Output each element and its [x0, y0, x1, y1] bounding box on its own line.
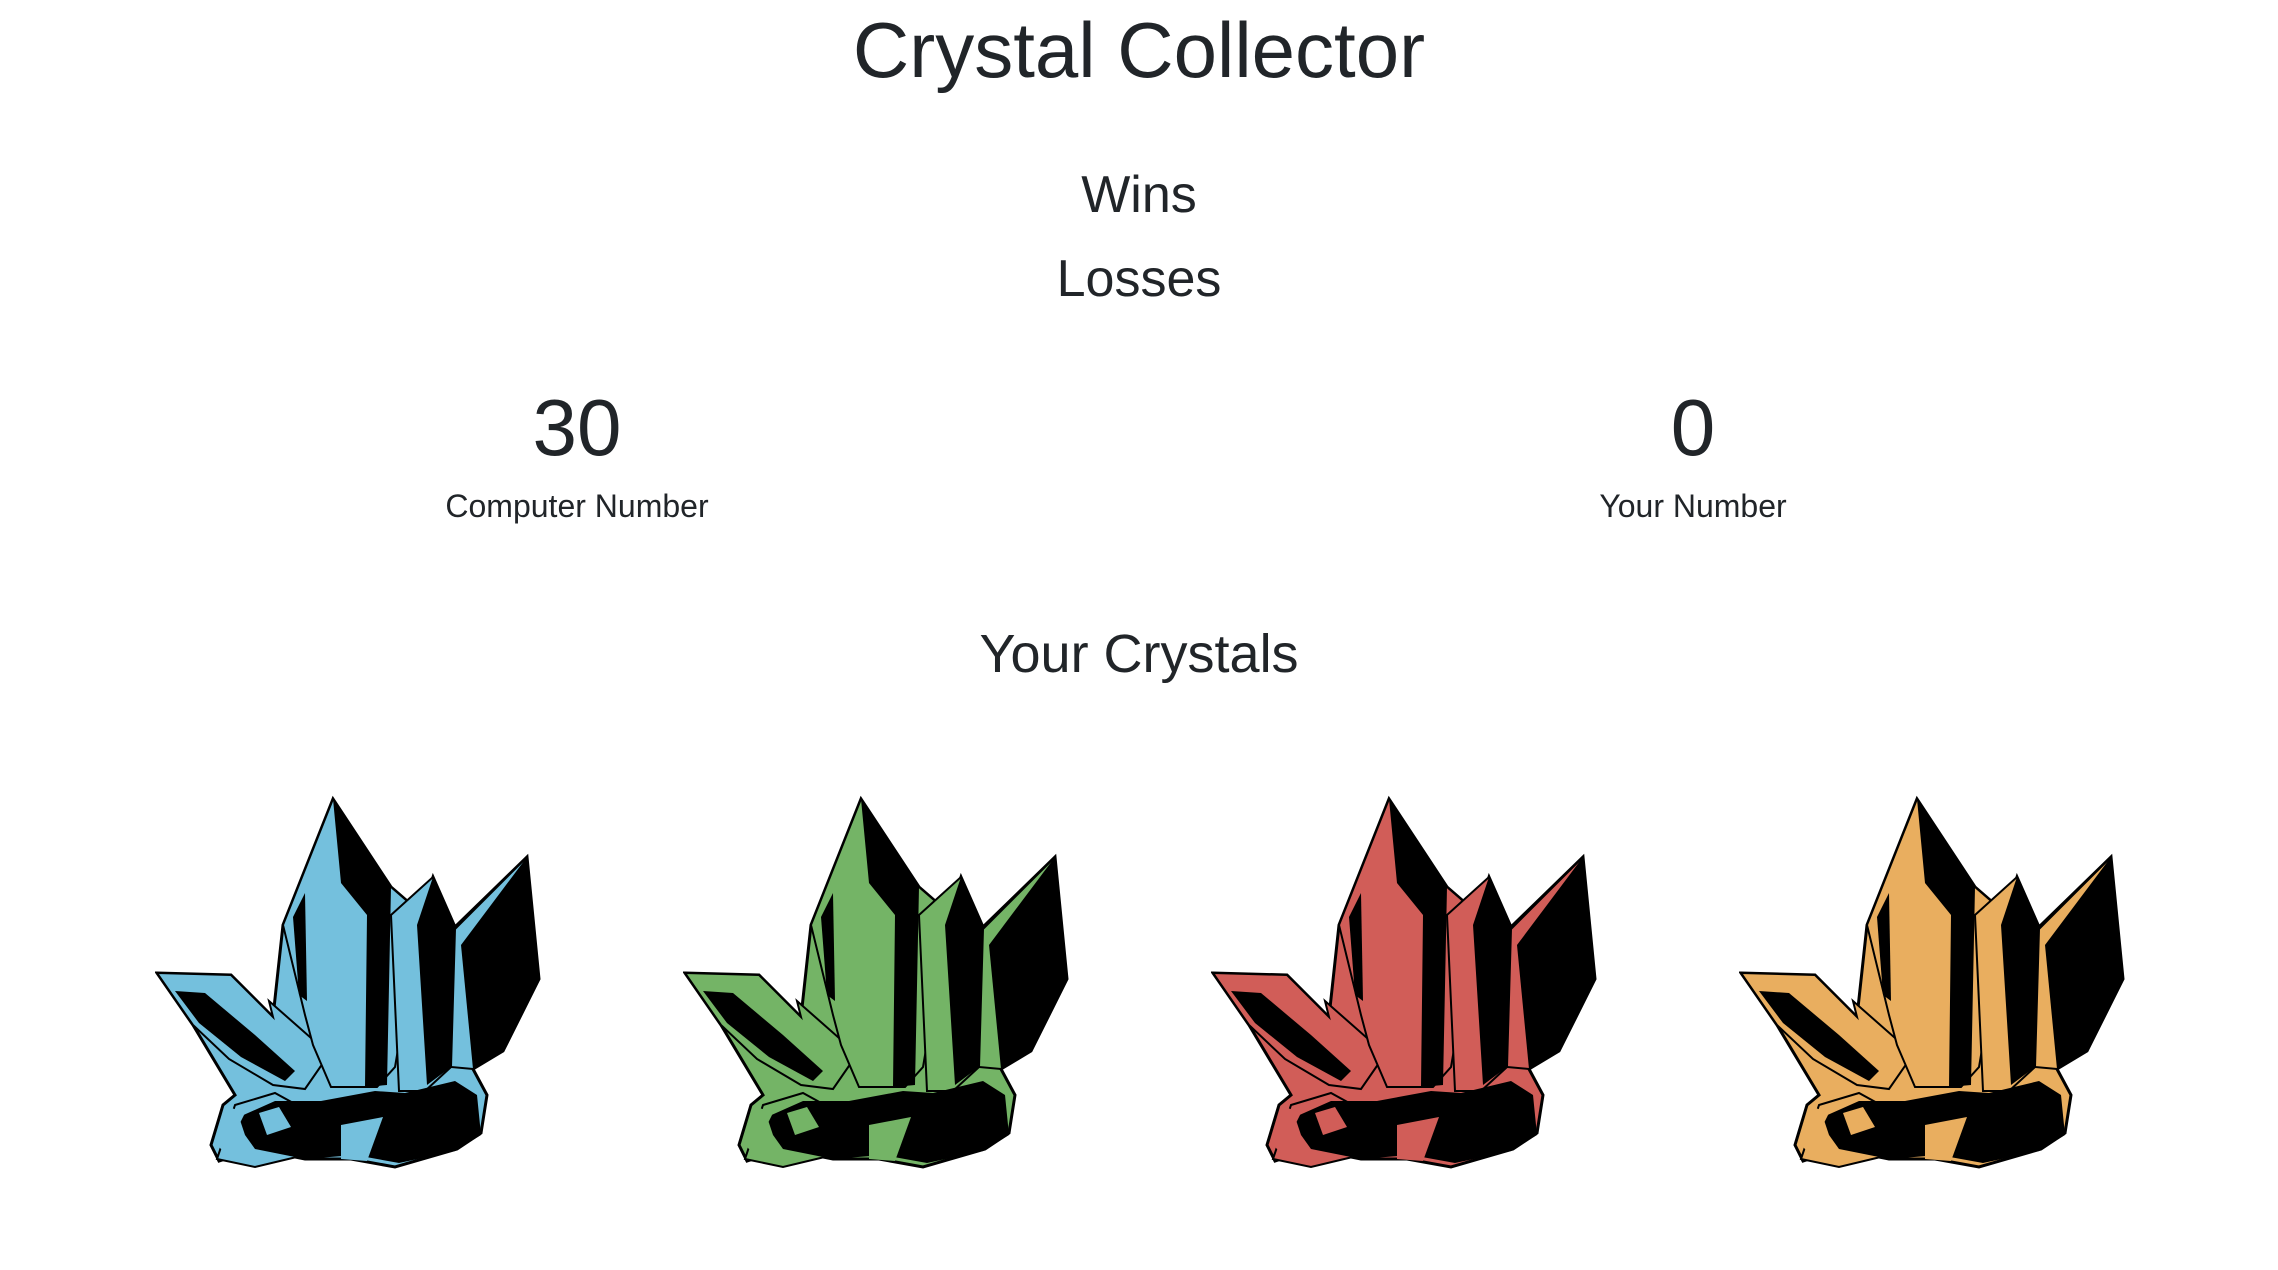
crystal-button-blue[interactable]: [155, 795, 545, 1215]
blue-crystal-icon: [155, 795, 541, 1169]
crystal-row: [0, 795, 2278, 1215]
your-number-block: 0 Your Number: [1443, 380, 1943, 526]
crystal-button-green[interactable]: [683, 795, 1073, 1215]
crystal-button-red[interactable]: [1211, 795, 1601, 1215]
page: Crystal Collector Wins Losses 30 Compute…: [0, 0, 2278, 1270]
computer-number-block: 30 Computer Number: [327, 380, 827, 526]
losses-label: Losses: [1056, 250, 1222, 308]
orange-crystal-icon: [1739, 795, 2125, 1169]
your-number: 0: [1670, 383, 1716, 472]
computer-number-caption: Computer Number: [445, 488, 709, 524]
crystal-button-orange[interactable]: [1739, 795, 2129, 1215]
crystals-heading: Your Crystals: [979, 624, 1299, 684]
page-title: Crystal Collector: [852, 6, 1426, 94]
green-crystal-icon: [683, 795, 1069, 1169]
your-number-caption: Your Number: [1599, 488, 1787, 524]
red-crystal-icon: [1211, 795, 1597, 1169]
computer-number: 30: [532, 383, 622, 472]
wins-label: Wins: [1081, 166, 1197, 224]
